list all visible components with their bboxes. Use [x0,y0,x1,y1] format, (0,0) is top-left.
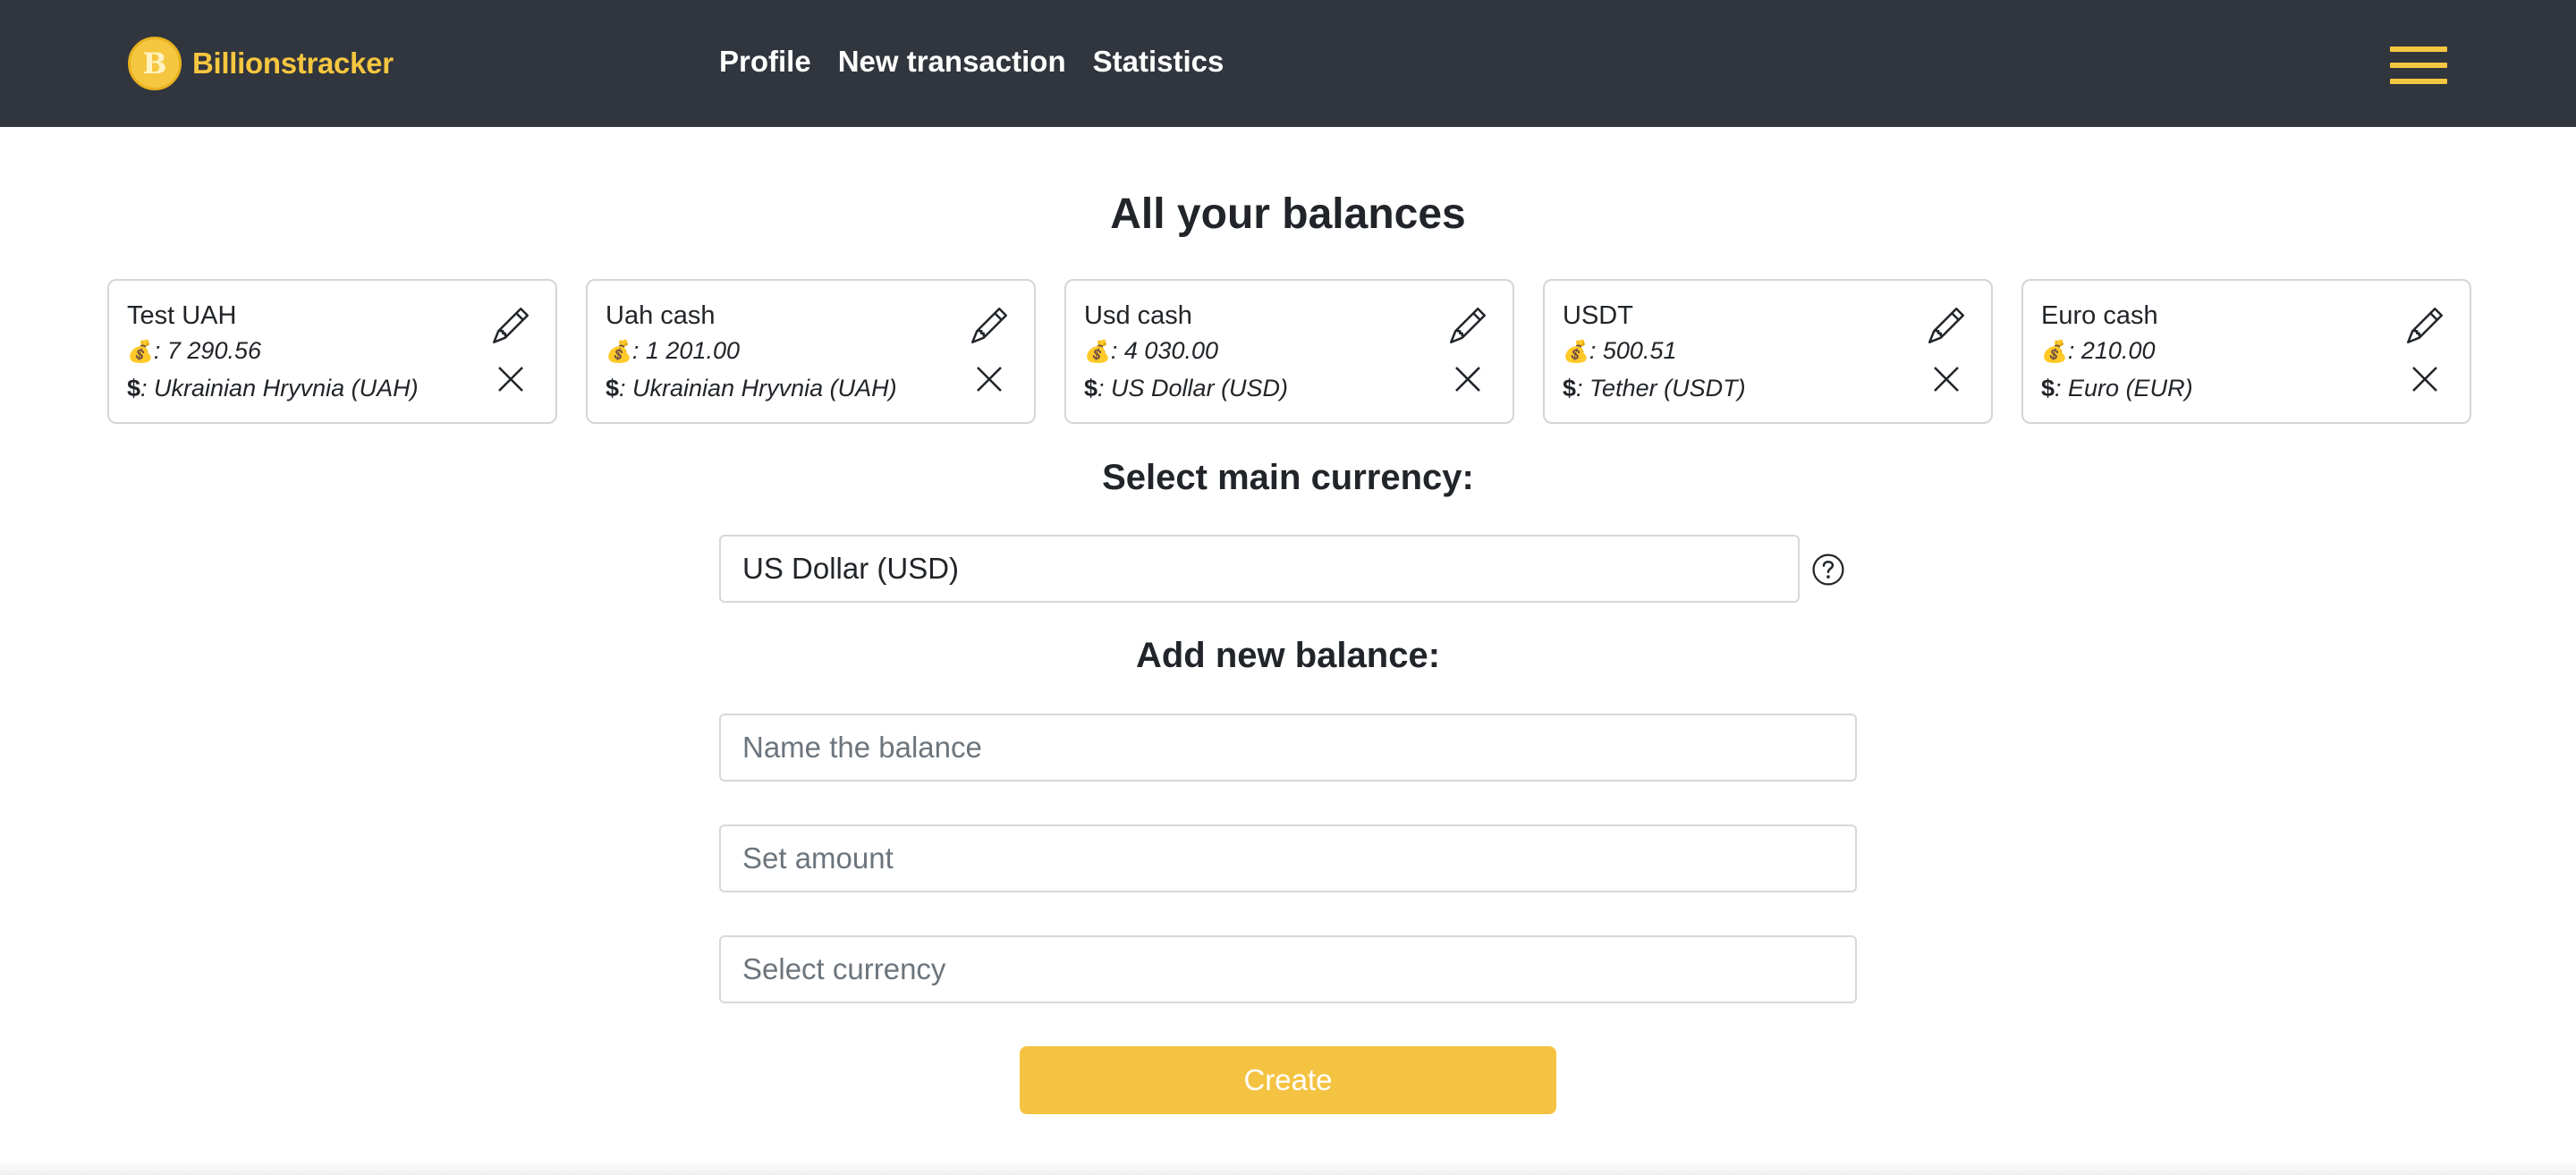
dollar-icon: $ [1084,375,1098,402]
balance-card: Euro cash 💰: 210.00 $: Euro (EUR) [2021,279,2471,424]
money-bag-icon: 💰 [1084,340,1111,364]
balance-currency-row: $: Tether (USDT) [1563,370,1973,406]
edit-pencil-icon[interactable] [2407,308,2443,343]
hamburger-menu-icon[interactable] [2390,46,2447,84]
hamburger-bar [2390,46,2447,52]
money-bag-icon: 💰 [1563,340,1589,364]
balance-card: USDT 💰: 500.51 $: Tether (USDT) [1543,279,1993,424]
hamburger-bar [2390,63,2447,68]
balance-name: Usd cash [1084,301,1192,330]
edit-pencil-icon[interactable] [1928,308,1964,343]
balance-name: USDT [1563,301,1633,330]
nav-links: Profile New transaction Statistics [719,45,1224,79]
nav-link-profile[interactable]: Profile [719,45,811,79]
balance-card: Usd cash 💰: 4 030.00 $: US Dollar (USD) [1064,279,1514,424]
close-x-icon[interactable] [1932,365,1961,393]
balance-name: Euro cash [2041,301,2158,330]
money-bag-icon: 💰 [606,340,632,364]
add-balance-title: Add new balance: [1135,636,1441,675]
balance-currency: : US Dollar (USD) [1097,375,1289,402]
balance-card: Test UAH 💰: 7 290.56 $: Ukrainian Hryvni… [107,279,557,424]
balance-amount-row: 💰: 7 290.56 [127,333,538,370]
hamburger-bar [2390,79,2447,84]
nav-link-statistics[interactable]: Statistics [1093,45,1224,79]
balance-name: Uah cash [606,301,716,330]
dollar-icon: $ [2041,375,2055,402]
balance-currency: : Euro (EUR) [2055,375,2193,402]
balance-card: Uah cash 💰: 1 201.00 $: Ukrainian Hryvni… [586,279,1036,424]
money-bag-icon: 💰 [2041,340,2068,364]
balance-amount: : 500.51 [1589,337,1677,364]
bitcoin-coin-icon: B [128,37,182,90]
balance-currency-select[interactable]: Select currency [719,935,1857,1003]
balance-name: Test UAH [127,301,237,330]
balance-currency-row: $: Ukrainian Hryvnia (UAH) [606,370,1016,406]
balances-title: All your balances [1110,190,1466,238]
close-x-icon[interactable] [2411,365,2439,393]
balance-currency-row: $: US Dollar (USD) [1084,370,1495,406]
balance-amount: : 7 290.56 [153,337,261,364]
dollar-icon: $ [127,375,141,402]
balance-amount: : 210.00 [2067,337,2156,364]
brand-logo-link[interactable]: B Billionstracker [128,36,394,91]
edit-pencil-icon[interactable] [1450,308,1486,343]
dollar-icon: $ [606,375,620,402]
edit-pencil-icon[interactable] [971,308,1007,343]
nav-link-new-transaction[interactable]: New transaction [838,45,1066,79]
brand-name: Billionstracker [192,46,394,80]
balance-currency-row: $: Ukrainian Hryvnia (UAH) [127,370,538,406]
balance-name-input[interactable] [719,714,1857,782]
navbar: B Billionstracker Profile New transactio… [0,0,2576,127]
main-currency-select[interactable]: US Dollar (USD) [719,535,1800,603]
balance-currency-row: $: Euro (EUR) [2041,370,2452,406]
balance-currency: : Tether (USDT) [1576,375,1746,402]
balance-cards: Test UAH 💰: 7 290.56 $: Ukrainian Hryvni… [107,279,2471,424]
create-button[interactable]: Create [1020,1046,1556,1114]
dollar-icon: $ [1563,375,1577,402]
balance-amount: : 4 030.00 [1110,337,1218,364]
money-bag-icon: 💰 [127,340,154,364]
close-x-icon[interactable] [975,365,1004,393]
balance-amount-row: 💰: 4 030.00 [1084,333,1495,370]
close-x-icon[interactable] [1453,365,1482,393]
balance-amount-row: 💰: 210.00 [2041,333,2452,370]
balance-amount-input[interactable] [719,824,1857,892]
balance-amount: : 1 201.00 [631,337,740,364]
balance-currency: : Ukrainian Hryvnia (UAH) [140,375,419,402]
footer-shadow [0,1159,2576,1175]
balance-amount-row: 💰: 1 201.00 [606,333,1016,370]
balance-currency: : Ukrainian Hryvnia (UAH) [619,375,897,402]
main-currency-title: Select main currency: [1102,458,1474,497]
close-x-icon[interactable] [496,365,525,393]
edit-pencil-icon[interactable] [493,308,529,343]
question-circle-icon[interactable] [1812,554,1844,586]
balance-amount-row: 💰: 500.51 [1563,333,1973,370]
